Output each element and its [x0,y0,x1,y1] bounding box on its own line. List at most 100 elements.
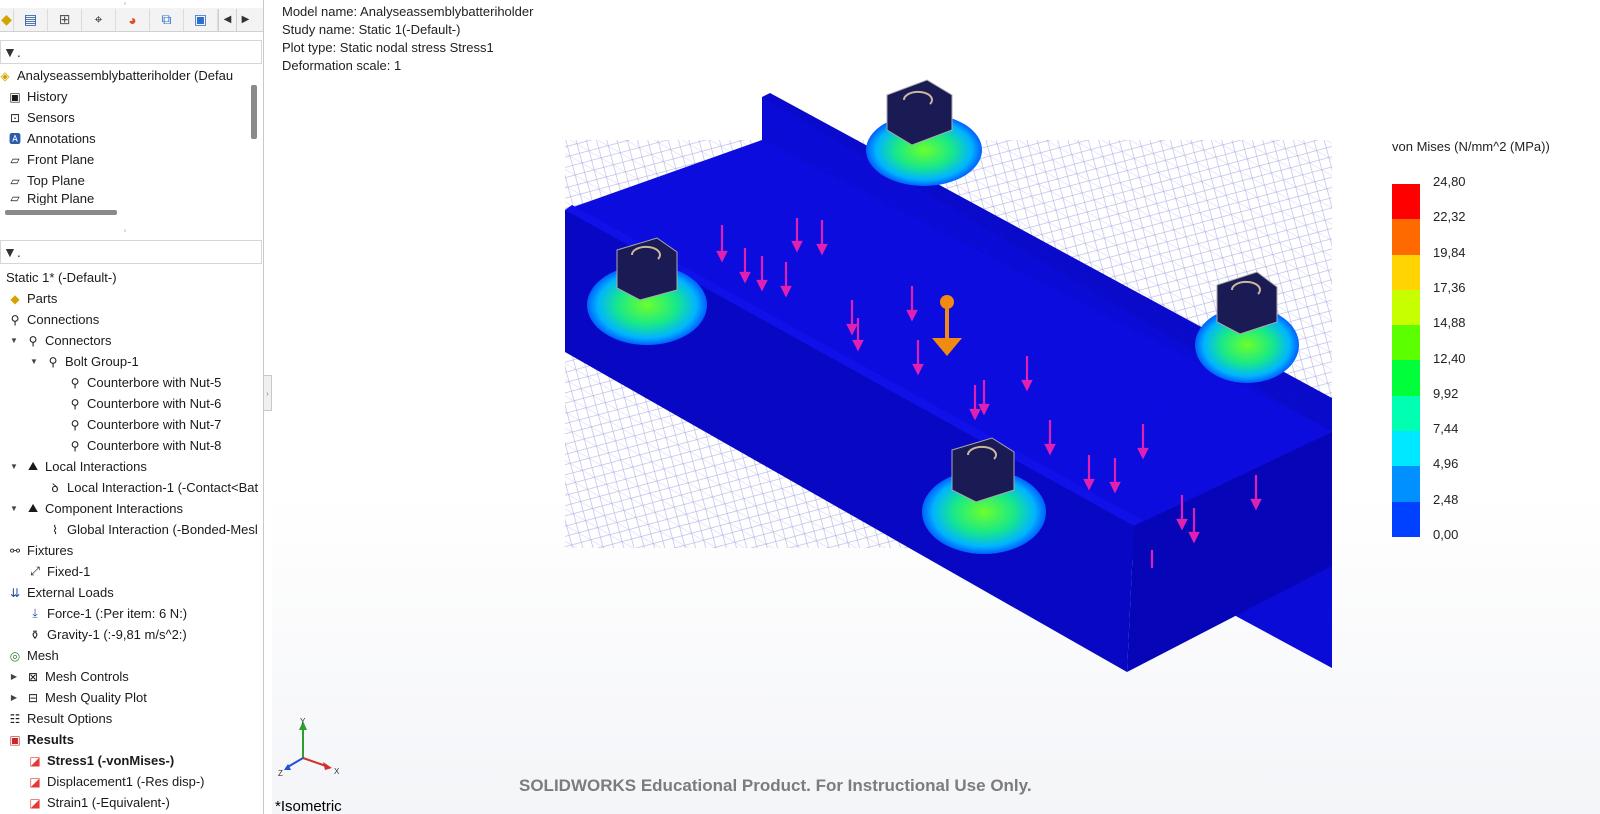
bolt-icon: ⚲ [70,375,80,390]
external-loads-icon: ⇊ [9,585,21,600]
tree-item-force-1[interactable]: ⤓ Force-1 (:Per item: 6 N:) [26,603,187,624]
feature-filter-input[interactable]: ▼. [0,40,262,64]
tree-item-label: Counterbore with Nut-6 [87,396,222,411]
tree-item-label: Counterbore with Nut-5 [87,375,222,390]
tree-item-results[interactable]: ▣ Results [6,729,74,750]
orientation-triad[interactable]: Y X Z [278,717,348,778]
feature-manager-tab-icon[interactable]: ◆ [0,8,14,31]
gravity-icon: ⚱ [29,627,41,642]
expand-icon[interactable]: ▶ [8,693,20,702]
tree-item-mesh-controls[interactable]: ▶ ⊠ Mesh Controls [8,666,129,687]
stress-plot-icon: ◪ [29,753,41,768]
tree-item-right-plane[interactable]: ▱ Right Plane [6,191,94,205]
tree-item-label: Result Options [27,711,113,726]
tree-item-parts[interactable]: ◆ Parts [6,288,57,309]
collapse-icon[interactable]: ▼ [28,357,40,366]
feature-tree-horizontal-scrollbar[interactable] [5,210,117,215]
tree-item-connections[interactable]: ⚲ Connections [6,309,100,330]
legend-color-band [1392,466,1420,502]
tree-item-bolt-6[interactable]: ⚲ Counterbore with Nut-6 [66,393,222,414]
legend-value-label: 2,48 [1433,491,1459,507]
legend-color-band [1392,184,1420,220]
tree-item-external-loads[interactable]: ⇊ External Loads [6,582,114,603]
tree-item-label: Displacement1 (-Res disp-) [47,774,205,789]
tree-item-front-plane[interactable]: ▱ Front Plane [6,149,94,170]
collapse-icon[interactable]: ▼ [8,504,20,513]
tree-item-label: Component Interactions [45,501,184,516]
interaction-icon: ⛰ [27,501,39,515]
tree-item-local-interaction-1[interactable]: ꝺ Local Interaction-1 (-Contact<Bat [46,477,258,498]
solidworks-window: ◦ ◆ ▤ ⊞ ⌖ ◕ ⧉ ▣ ◀ ▶ ▼. ◈ Analyseassembly… [0,0,1600,814]
tree-item-history[interactable]: ▣ History [6,86,67,107]
tree-item-bolt-5[interactable]: ⚲ Counterbore with Nut-5 [66,372,222,393]
legend-color-band [1392,325,1420,361]
tree-item-label: Force-1 (:Per item: 6 N:) [47,606,188,621]
tree-item-annotations[interactable]: 🅰 Annotations [6,128,96,149]
tree-item-strain1[interactable]: ◪ Strain1 (-Equivalent-) [26,792,170,813]
expand-icon[interactable]: ▶ [8,672,20,681]
tree-item-label: Mesh [27,648,59,663]
configuration-manager-tab-icon[interactable]: ⊞ [48,8,82,31]
bolt-icon: ⚲ [70,396,80,411]
tree-item-label: Top Plane [27,173,85,188]
tree-item-connectors[interactable]: ▼ ⚲ Connectors [8,330,111,351]
bolt-group-icon: ⚲ [48,354,58,369]
tree-item-top-plane[interactable]: ▱ Top Plane [6,170,85,191]
tree-item-component-interactions[interactable]: ▼ ⛰ Component Interactions [8,498,183,519]
tree-item-label: Right Plane [27,191,95,205]
tree-item-stress1[interactable]: ◪ Stress1 (-vonMises-) [26,750,174,771]
triad-x-label: X [334,767,340,776]
legend-value-label: 4,96 [1433,456,1459,472]
tree-item-label: Mesh Controls [45,669,129,684]
property-manager-tab-icon[interactable]: ▤ [14,8,48,31]
tree-root-assembly[interactable]: ◈ Analyseassemblybatteriholder (Defau [0,65,233,86]
tree-item-gravity-1[interactable]: ⚱ Gravity-1 (:-9,81 m/s^2:) [26,624,187,645]
contact-icon: ꝺ [51,481,59,495]
scroll-tabs-left-icon[interactable]: ◀ [218,8,236,31]
mesh-controls-icon: ⊠ [27,669,39,684]
legend-color-band [1392,254,1420,290]
tree-item-global-interaction[interactable]: ⌇ Global Interaction (-Bonded-Mesl [46,519,258,540]
simulation-manager-tab-icon[interactable]: ▣ [184,8,218,31]
tree-item-fixtures[interactable]: ⚯ Fixtures [6,540,73,561]
study-filter-input[interactable]: ▼. [0,240,262,264]
tree-item-label: Parts [27,291,58,306]
dimxpert-manager-tab-icon[interactable]: ⌖ [82,8,116,31]
panel-splitter-grip[interactable]: ◦ [120,227,130,235]
study-root[interactable]: Static 1* (-Default-) [0,267,117,288]
tree-item-label: Annotations [27,131,96,146]
tree-item-result-options[interactable]: ☷ Result Options [6,708,113,729]
tree-item-displacement1[interactable]: ◪ Displacement1 (-Res disp-) [26,771,205,792]
tree-item-bolt-7[interactable]: ⚲ Counterbore with Nut-7 [66,414,222,435]
annotation-icon: 🅰 [8,132,21,146]
collapse-icon[interactable]: ▼ [8,462,20,471]
history-icon: ▣ [9,89,21,104]
connections-icon: ⚲ [10,312,20,327]
legend-value-label: 17,36 [1433,279,1466,295]
legend-value-label: 14,88 [1433,315,1466,331]
feature-tree-vertical-scrollbar[interactable] [251,85,257,139]
tree-item-label: Stress1 (-vonMises-) [47,753,175,768]
scroll-tabs-right-icon[interactable]: ▶ [236,8,254,31]
display-manager-tab-icon[interactable]: ◕ [116,8,150,31]
tree-item-bolt-group[interactable]: ▼ ⚲ Bolt Group-1 [28,351,139,372]
tree-item-label: Counterbore with Nut-8 [87,438,222,453]
tree-item-mesh[interactable]: ◎ Mesh [6,645,59,666]
tree-item-bolt-8[interactable]: ⚲ Counterbore with Nut-8 [66,435,222,456]
bolt-hotspot-back [866,79,982,186]
legend-value-label: 24,80 [1433,174,1466,189]
panel-collapse-handle[interactable]: › [264,375,272,411]
tree-item-sensors[interactable]: ⊡ Sensors [6,107,75,128]
interaction-icon: ⛰ [27,459,39,473]
collapse-icon[interactable]: ▼ [8,336,20,345]
panel-grip[interactable]: ◦ [120,0,130,8]
legend-color-band [1392,289,1420,326]
tree-item-local-interactions[interactable]: ▼ ⛰ Local Interactions [8,456,147,477]
legend-value-label: 19,84 [1433,244,1466,260]
cam-manager-tab-icon[interactable]: ⧉ [150,8,184,31]
tree-item-fixed-1[interactable]: ⤢ Fixed-1 [26,561,90,582]
mesh-quality-icon: ⊟ [27,690,39,705]
tree-item-mesh-quality-plot[interactable]: ▶ ⊟ Mesh Quality Plot [8,687,147,708]
tree-item-label: Strain1 (-Equivalent-) [47,795,170,810]
strain-plot-icon: ◪ [29,795,41,810]
